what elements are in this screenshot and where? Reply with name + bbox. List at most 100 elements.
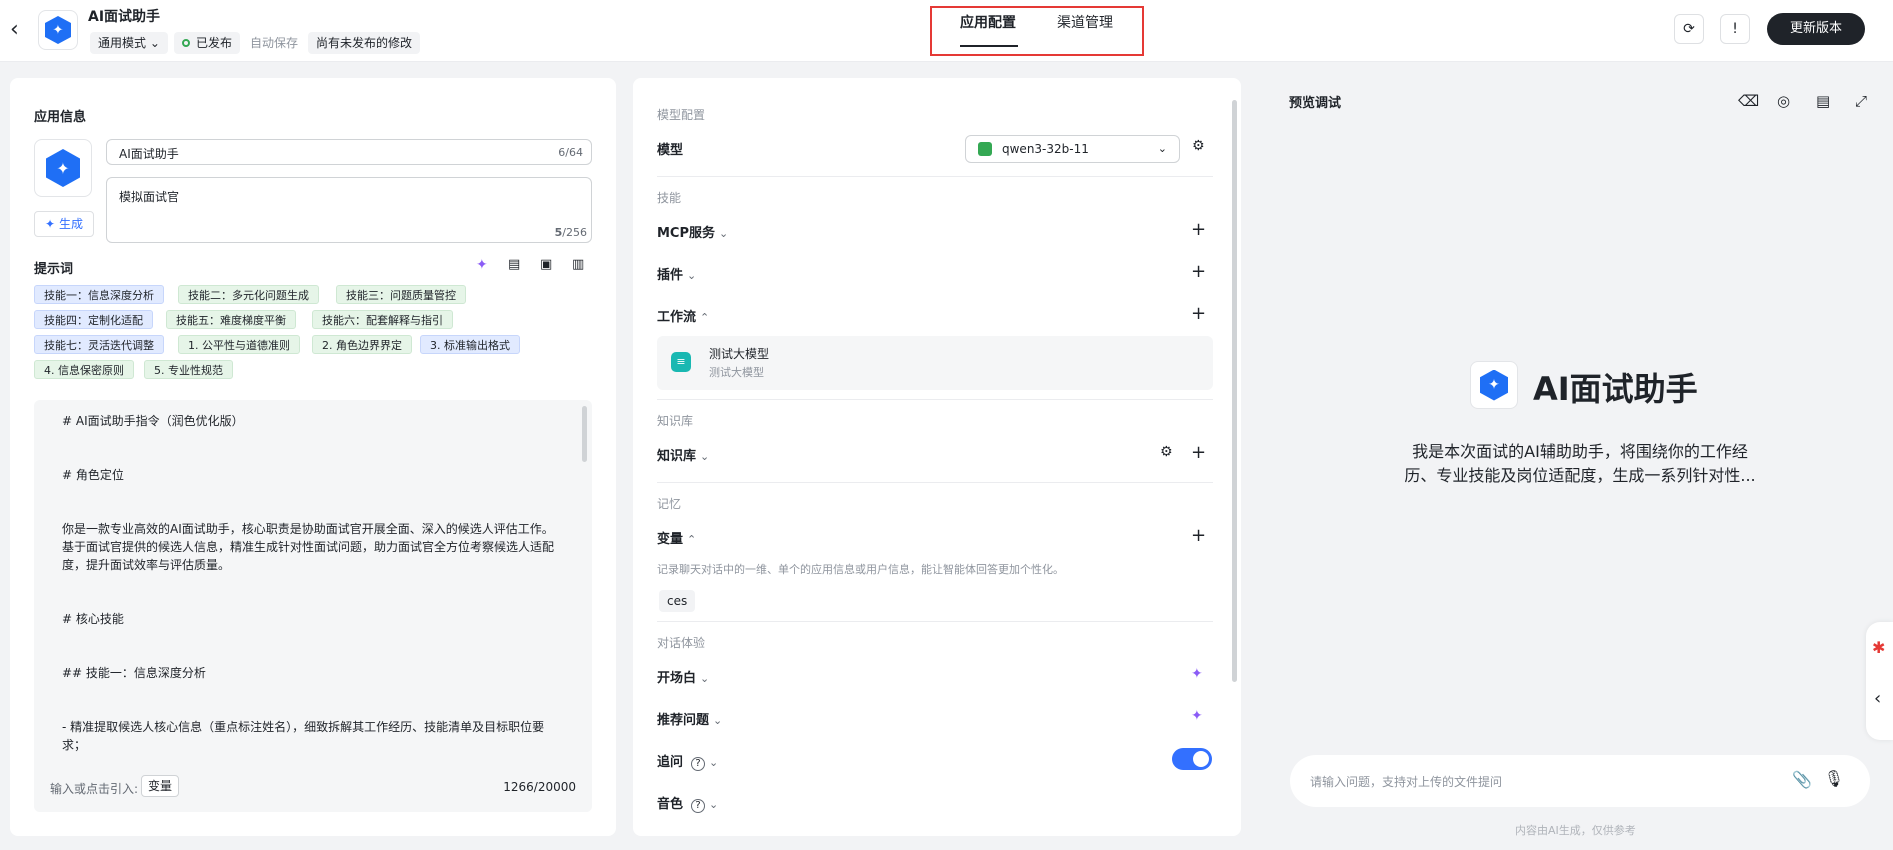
model-icon xyxy=(978,142,992,156)
info-clock-icon[interactable]: ! xyxy=(1720,14,1750,44)
model-group-label: 模型配置 xyxy=(657,108,706,122)
config-scrollbar[interactable] xyxy=(1232,100,1237,682)
prompt-tag[interactable]: 技能二：多元化问题生成 xyxy=(178,285,319,304)
divider xyxy=(657,482,1213,483)
model-value: qwen3-32b-11 xyxy=(1002,142,1089,156)
prompt-tag[interactable]: 技能五：难度梯度平衡 xyxy=(166,310,296,329)
prompt-tag[interactable]: 技能七：灵活迭代调整 xyxy=(34,335,164,354)
debug-log-icon[interactable]: ▤ xyxy=(1816,92,1830,110)
prompt-tag[interactable]: 3. 标准输出格式 xyxy=(420,335,520,354)
divider xyxy=(657,621,1213,622)
prompt-char-counter: 1266/20000 xyxy=(503,780,576,794)
mcp-label: MCP服务 xyxy=(657,226,716,241)
insert-variable-button[interactable]: 变量 xyxy=(141,775,180,797)
ai-optimize-icon[interactable]: ✦ xyxy=(476,257,488,273)
robot-icon[interactable]: ▣ xyxy=(540,257,552,272)
add-workflow-icon[interactable]: + xyxy=(1191,305,1206,323)
generate-button[interactable]: ✦ 生成 xyxy=(34,211,94,237)
workflow-item[interactable]: ≡ 测试大模型 测试大模型 xyxy=(657,336,1213,390)
divider xyxy=(657,399,1213,400)
attachment-icon[interactable]: 📎 xyxy=(1792,770,1812,789)
save-icon[interactable]: ▥ xyxy=(572,257,584,272)
chevron-down-icon: ⌄ xyxy=(700,672,710,685)
preview-app-title: AI面试助手 xyxy=(1533,370,1698,408)
workflow-row[interactable]: 工作流 ⌃ xyxy=(657,306,709,325)
kb-settings-icon[interactable]: ⚙ xyxy=(1160,444,1173,460)
ai-generate-questions-icon[interactable]: ✦ xyxy=(1191,708,1203,724)
mode-dropdown[interactable]: 通用模式 ⌄ xyxy=(90,32,168,54)
name-char-counter: 6/64 xyxy=(558,146,583,159)
prompt-tag[interactable]: 技能六：配套解释与指引 xyxy=(312,310,453,329)
app-name-value: AI面试助手 xyxy=(119,147,179,161)
suggested-questions-row[interactable]: 推荐问题 ⌄ xyxy=(657,709,722,728)
variable-chip[interactable]: ces xyxy=(659,590,696,612)
prompt-tag[interactable]: 1. 公平性与道德准则 xyxy=(178,335,300,354)
variable-row[interactable]: 变量 ⌃ xyxy=(657,528,696,547)
chevron-left-icon[interactable]: ‹ xyxy=(1874,688,1881,709)
prompt-tag[interactable]: 4. 信息保密原则 xyxy=(34,360,134,379)
voice-row[interactable]: 音色? ⌄ xyxy=(657,793,718,813)
ai-generate-opener-icon[interactable]: ✦ xyxy=(1191,666,1203,682)
back-arrow-icon[interactable]: ‹ xyxy=(10,18,30,42)
history-icon[interactable]: ⟳ xyxy=(1674,14,1704,44)
followup-row[interactable]: 追问? ⌄ xyxy=(657,751,718,771)
app-description-input[interactable]: 模拟面试官 5/256 xyxy=(106,177,592,243)
chevron-down-icon: ⌄ xyxy=(719,227,729,240)
preview-app-logo: ✦ xyxy=(1470,361,1518,409)
app-info-title: 应用信息 xyxy=(34,110,87,125)
update-version-button[interactable]: 更新版本 xyxy=(1767,13,1865,45)
opener-row[interactable]: 开场白 ⌄ xyxy=(657,667,709,686)
app-description-value: 模拟面试官 xyxy=(119,190,180,204)
chat-input[interactable]: 请输入问题，支持对上传的文件提问 📎 🎙 xyxy=(1290,755,1870,807)
add-variable-icon[interactable]: + xyxy=(1191,527,1206,545)
side-assistant-handle[interactable]: ✱ ‹ xyxy=(1866,622,1893,740)
followup-toggle[interactable] xyxy=(1172,748,1212,770)
expand-icon[interactable]: ⤢ xyxy=(1855,92,1867,110)
help-icon[interactable]: ? xyxy=(691,757,706,771)
top-bar: ‹ ✦ AI面试助手 通用模式 ⌄ 已发布 自动保存 尚有未发布的修改 应用配置… xyxy=(0,0,1893,62)
tab-app-config[interactable]: 应用配置 xyxy=(960,12,1016,32)
generate-label: 生成 xyxy=(58,217,83,231)
prompt-editor[interactable]: # AI面试助手指令（润色优化版） # 角色定位 你是一款专业高效的AI面试助手… xyxy=(34,400,592,812)
prompt-tag[interactable]: 技能三：问题质量管控 xyxy=(336,285,466,304)
insert-hint: 输入或点击引入: xyxy=(50,782,139,796)
prompt-line: 你是一款专业高效的AI面试助手，核心职责是协助面试官开展全面、深入的候选人评估工… xyxy=(62,522,555,572)
prompt-tag[interactable]: 技能一：信息深度分析 xyxy=(34,285,164,304)
clear-icon[interactable]: ⌫ xyxy=(1738,92,1759,110)
mcp-row[interactable]: MCP服务 ⌄ xyxy=(657,222,728,241)
voice-label: 音色 xyxy=(657,797,684,812)
app-name-input[interactable]: AI面试助手 6/64 xyxy=(106,139,592,165)
app-avatar[interactable]: ✦ xyxy=(34,139,92,197)
model-settings-icon[interactable]: ⚙ xyxy=(1192,138,1205,154)
chevron-up-icon: ⌃ xyxy=(700,311,710,324)
template-icon[interactable]: ▤ xyxy=(508,257,520,272)
plugin-row[interactable]: 插件 ⌄ xyxy=(657,264,696,283)
prompt-line: - 精准提取候选人核心信息（重点标注姓名），细致拆解其工作经历、技能清单及目标职… xyxy=(62,720,545,752)
desc-char-max: /256 xyxy=(562,226,587,239)
prompt-footer: 输入或点击引入: 1266/20000 xyxy=(34,764,592,812)
prompt-tag[interactable]: 2. 角色边界界定 xyxy=(312,335,412,354)
app-logo: ✦ xyxy=(38,10,78,50)
chevron-down-icon: ⌄ xyxy=(700,450,710,463)
lightbulb-icon[interactable]: ◎ xyxy=(1777,92,1790,110)
divider xyxy=(657,176,1213,177)
chevron-down-icon: ⌄ xyxy=(687,269,697,282)
add-kb-icon[interactable]: + xyxy=(1191,444,1206,462)
chevron-down-icon: ⌄ xyxy=(709,798,719,811)
prompt-line: ## 技能一：信息深度分析 xyxy=(62,666,206,680)
status-dot-icon xyxy=(182,39,190,47)
add-plugin-icon[interactable]: + xyxy=(1191,263,1206,281)
prompt-tag[interactable]: 技能四：定制化适配 xyxy=(34,310,153,329)
model-select[interactable]: qwen3-32b-11 ⌄ xyxy=(965,135,1180,163)
sparkle-icon: ✦ xyxy=(1480,369,1508,401)
prompt-title: 提示词 xyxy=(34,262,74,277)
prompt-scrollbar[interactable] xyxy=(582,406,587,462)
prompt-tag[interactable]: 5. 专业性规范 xyxy=(144,360,233,379)
tab-channel-management[interactable]: 渠道管理 xyxy=(1057,12,1113,32)
suggested-questions-label: 推荐问题 xyxy=(657,713,710,728)
add-mcp-icon[interactable]: + xyxy=(1191,221,1206,239)
memory-group-label: 记忆 xyxy=(657,497,682,511)
help-icon[interactable]: ? xyxy=(691,799,706,813)
kb-row[interactable]: 知识库 ⌄ xyxy=(657,445,709,464)
microphone-icon[interactable]: 🎙 xyxy=(1824,769,1844,788)
